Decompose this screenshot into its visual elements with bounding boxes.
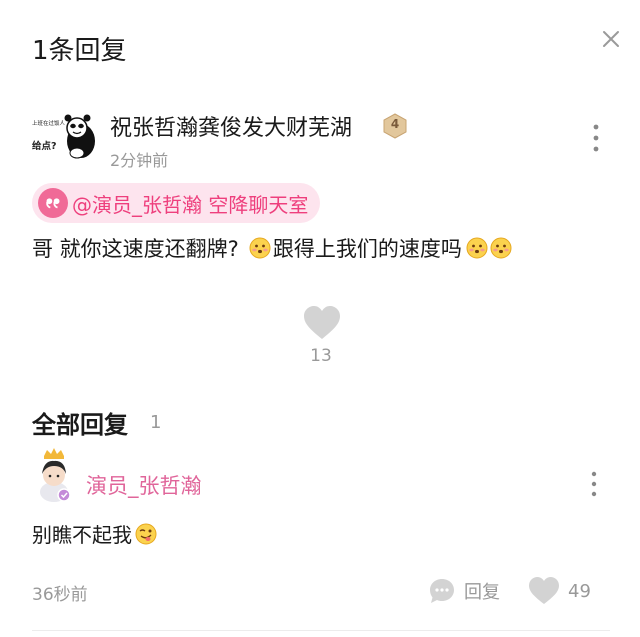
svg-text:上班在过饭人: 上班在过饭人 — [32, 119, 66, 127]
reply-like-button[interactable]: 49 — [528, 576, 591, 606]
reply-avatar[interactable] — [34, 448, 74, 504]
comment-text: 哥 就你这速度还翻牌? 跟得上我们的速度吗 — [32, 233, 512, 263]
divider — [32, 630, 610, 631]
shy-emoji-icon — [466, 237, 488, 259]
reply-like-count: 49 — [568, 580, 591, 602]
page-title: 1条回复 — [32, 36, 127, 66]
shy-emoji-icon — [249, 237, 271, 259]
more-options-icon[interactable] — [586, 470, 602, 498]
reply-timestamp: 36秒前 — [32, 585, 88, 605]
commenter-avatar[interactable]: 上班在过饭人 给点? — [30, 108, 98, 170]
reply-text-content: 别瞧不起我 — [32, 523, 132, 547]
silly-emoji-icon — [135, 523, 157, 545]
reply-button-label: 回复 — [464, 582, 500, 603]
replies-count: 1 — [150, 412, 162, 433]
heart-icon — [529, 577, 559, 604]
shy-emoji-icon — [490, 237, 512, 259]
svg-text:给点?: 给点? — [32, 140, 57, 152]
level-badge: 4 — [382, 113, 408, 139]
crown-icon — [44, 448, 64, 456]
level-number: 4 — [390, 117, 400, 131]
commenter-name[interactable]: 祝张哲瀚龚俊发大财芜湖 — [110, 110, 352, 142]
replies-section-title: 全部回复 — [32, 411, 128, 439]
reply-button[interactable]: 回复 — [428, 576, 500, 606]
comment-timestamp: 2分钟前 — [110, 151, 169, 170]
reply-text: 别瞧不起我 — [32, 519, 157, 548]
comment-text-part2: 跟得上我们的速度吗 — [272, 237, 462, 261]
close-icon[interactable] — [598, 26, 624, 52]
quote-icon — [38, 188, 68, 218]
mention-label: @演员_张哲瀚 空降聊天室 — [72, 192, 309, 217]
more-options-icon[interactable] — [588, 122, 604, 154]
reply-user-name[interactable]: 演员_张哲瀚 — [86, 470, 202, 500]
comment-text-part1: 哥 就你这速度还翻牌? — [32, 237, 239, 261]
like-heart-icon[interactable] — [303, 305, 341, 341]
chat-bubble-icon — [430, 579, 454, 603]
like-count: 13 — [310, 346, 332, 366]
mention-chip[interactable]: @演员_张哲瀚 空降聊天室 — [32, 183, 321, 223]
